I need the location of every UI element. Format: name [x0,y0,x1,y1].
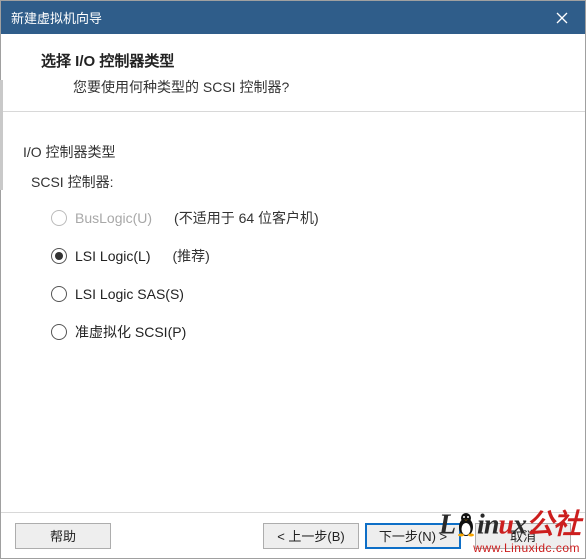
button-bar: 帮助 < 上一步(B) 下一步(N) > 取消 [1,512,585,558]
radio-option-pvscsi[interactable]: 准虚拟化 SCSI(P) [51,322,563,342]
hint-lsilogic: (推荐) [172,246,209,266]
hint-buslogic: (不适用于 64 位客户机) [174,208,319,228]
section-label: I/O 控制器类型 [23,142,563,162]
content-area: I/O 控制器类型 SCSI 控制器: BusLogic(U) (不适用于 64… [1,112,585,512]
header-panel: 选择 I/O 控制器类型 您要使用何种类型的 SCSI 控制器? [1,34,585,112]
next-button[interactable]: 下一步(N) > [365,523,461,549]
radio-label-lsilogic: LSI Logic(L) [75,248,150,264]
radio-label-pvscsi: 准虚拟化 SCSI(P) [75,322,186,342]
close-icon [556,12,568,24]
radio-group-scsi: BusLogic(U) (不适用于 64 位客户机) LSI Logic(L) … [51,208,563,342]
radio-lsilogic[interactable] [51,248,67,264]
radio-lsisas[interactable] [51,286,67,302]
radio-pvscsi[interactable] [51,324,67,340]
help-button[interactable]: 帮助 [15,523,111,549]
window-edge-shadow [0,80,3,190]
group-label: SCSI 控制器: [31,172,563,192]
radio-option-lsilogic[interactable]: LSI Logic(L) (推荐) [51,246,563,266]
header-subtitle: 您要使用何种类型的 SCSI 控制器? [73,77,565,97]
header-title: 选择 I/O 控制器类型 [41,50,565,71]
cancel-button[interactable]: 取消 [475,523,571,549]
back-button[interactable]: < 上一步(B) [263,523,359,549]
radio-buslogic [51,210,67,226]
window-title: 新建虚拟机向导 [11,8,102,27]
radio-label-buslogic: BusLogic(U) [75,210,152,226]
titlebar: 新建虚拟机向导 [1,1,585,34]
radio-option-buslogic: BusLogic(U) (不适用于 64 位客户机) [51,208,563,228]
radio-option-lsisas[interactable]: LSI Logic SAS(S) [51,284,563,304]
wizard-window: 新建虚拟机向导 选择 I/O 控制器类型 您要使用何种类型的 SCSI 控制器?… [0,0,586,559]
radio-label-lsisas: LSI Logic SAS(S) [75,286,184,302]
close-button[interactable] [539,1,585,34]
